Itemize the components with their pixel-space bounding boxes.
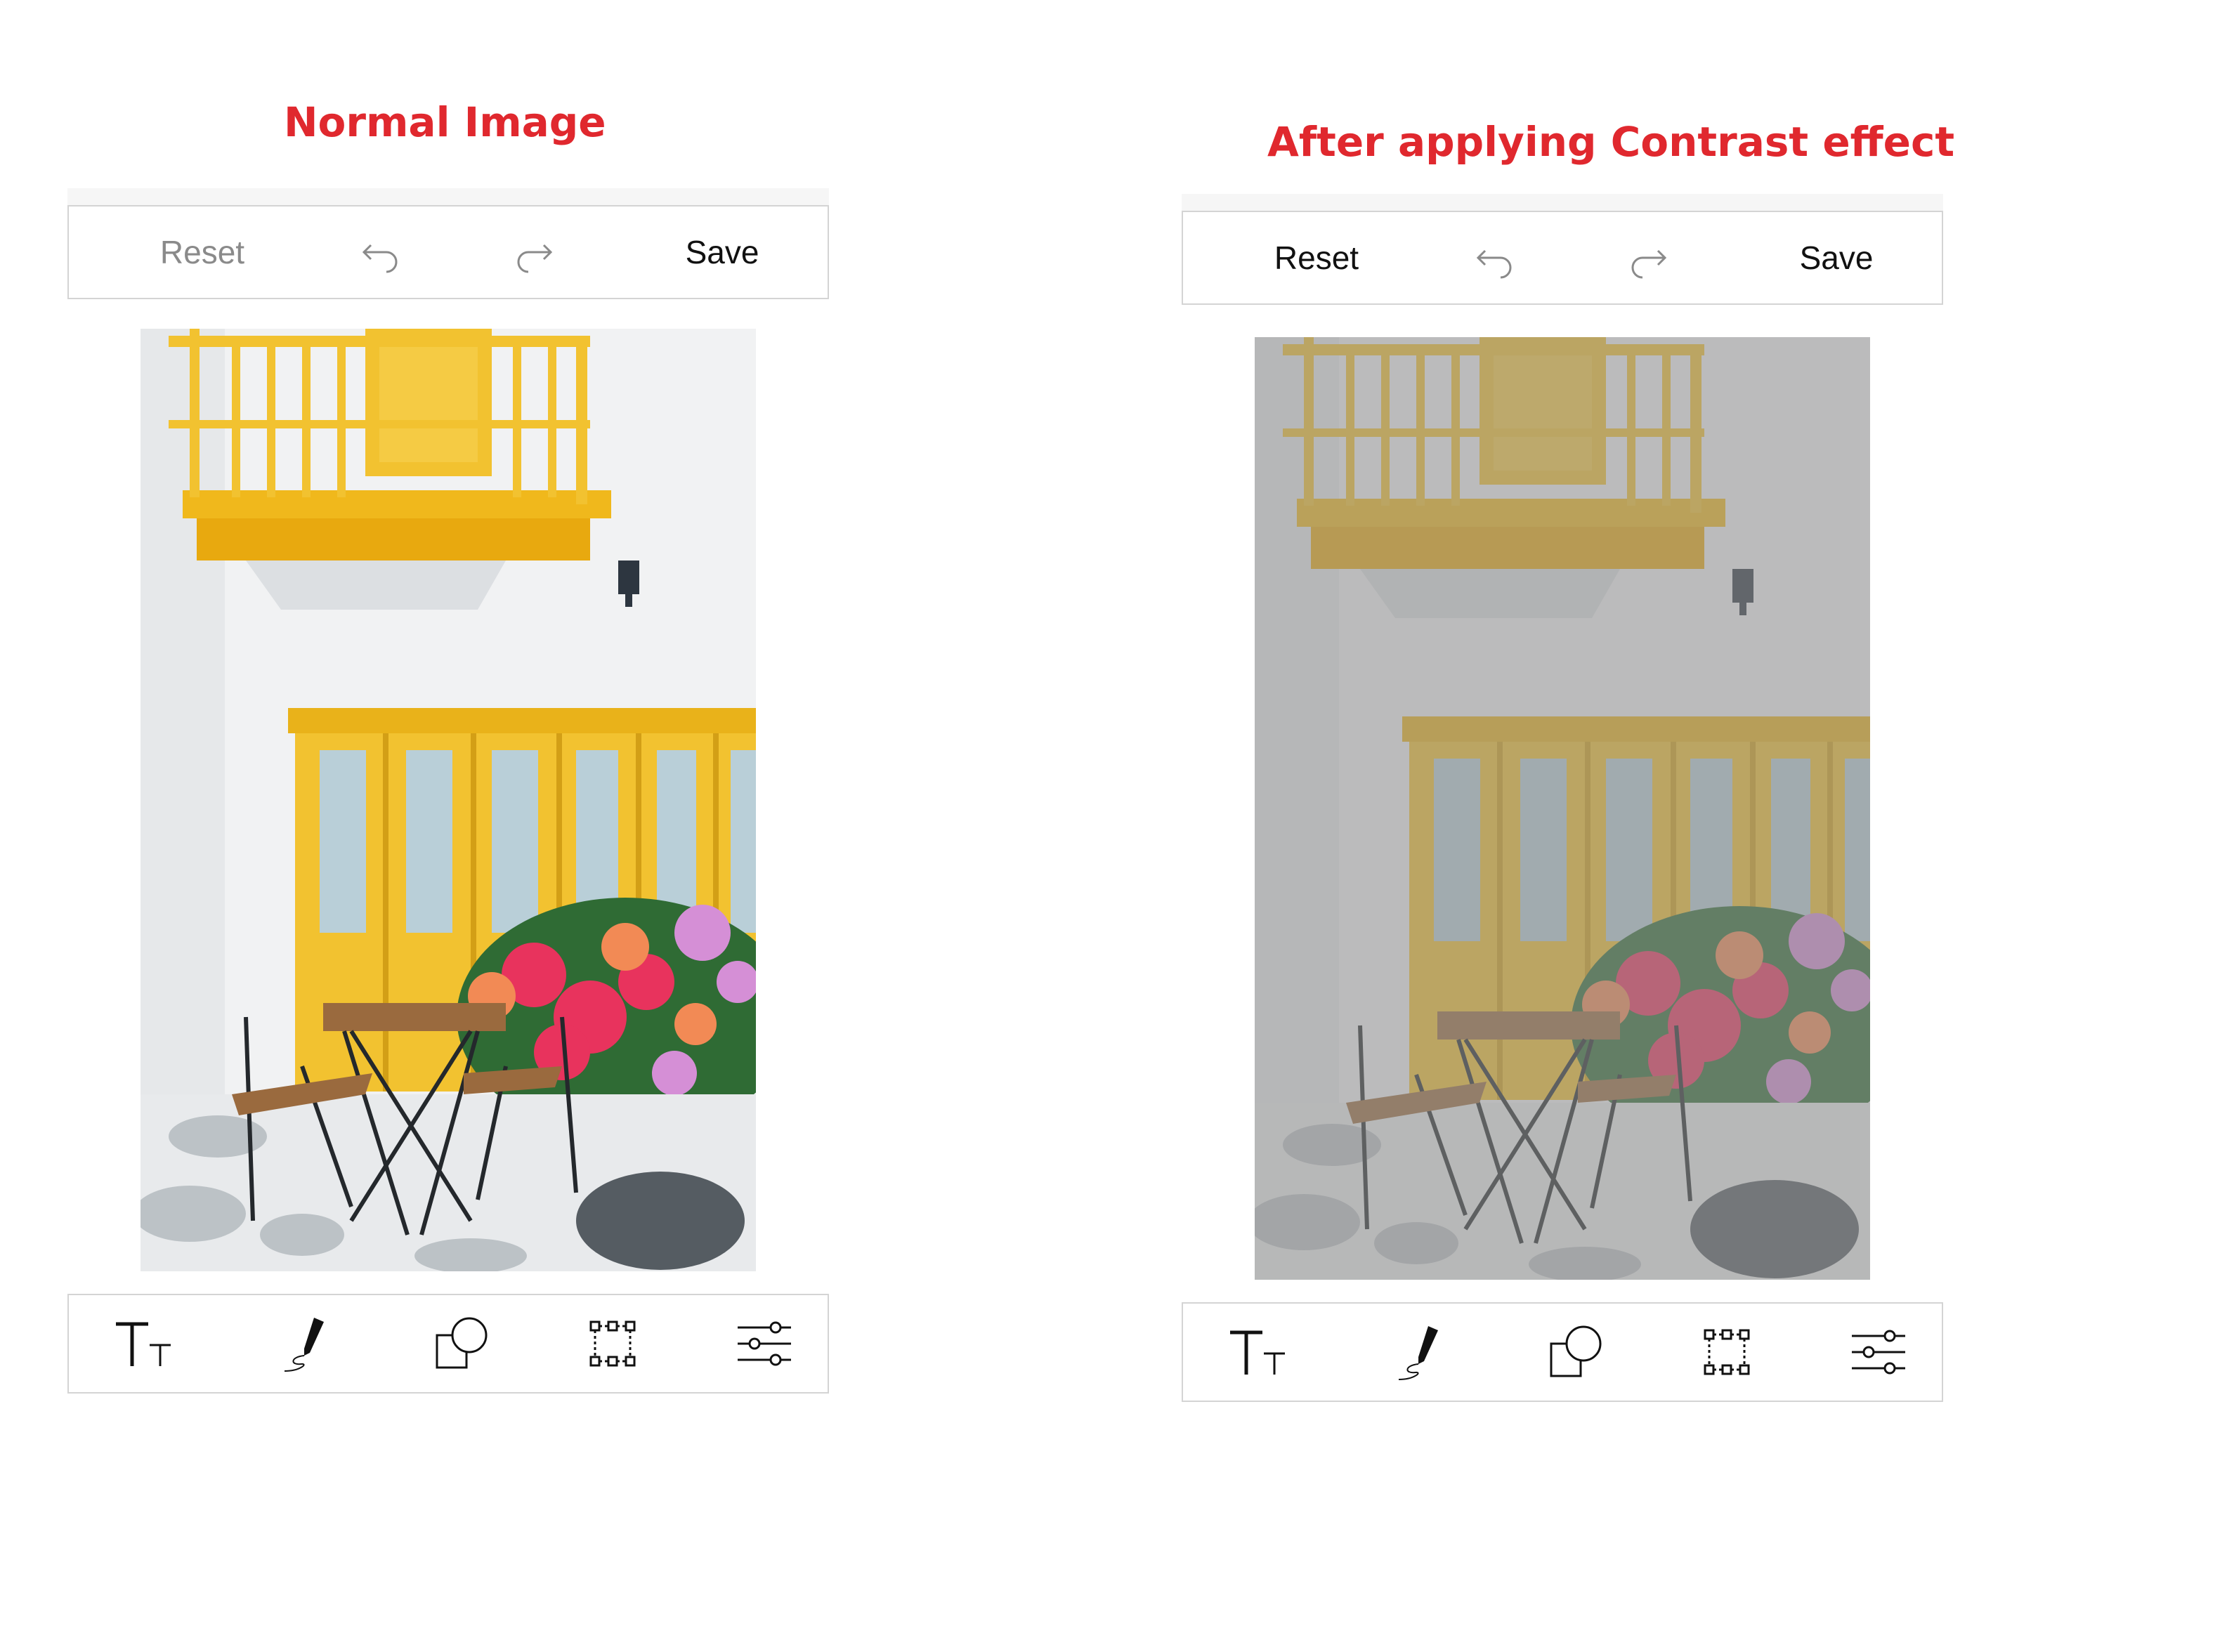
text-icon[interactable] [1215,1304,1300,1401]
reset-button[interactable]: Reset [1239,212,1394,303]
shapes-icon[interactable] [1534,1304,1619,1401]
text-icon[interactable] [101,1295,185,1392]
top-toolbar: Reset Save [67,205,829,299]
photo-canvas-contrast[interactable] [1255,337,1870,1280]
editor-panel-normal: Reset Save [67,188,829,1403]
editor-panel-contrast: Reset Save [1182,194,1943,1409]
crop-transform-icon[interactable] [570,1295,655,1392]
filter-adjust-icon[interactable] [722,1295,806,1392]
redo-icon[interactable] [490,206,575,298]
heading-contrast-effect: After applying Contrast effect [1267,118,1955,166]
top-strip [1182,194,1943,211]
undo-icon[interactable] [340,206,424,298]
heading-normal-image: Normal Image [284,98,606,146]
freehand-draw-icon[interactable] [263,1295,347,1392]
redo-icon[interactable] [1605,212,1689,303]
save-button[interactable]: Save [1759,212,1914,303]
crop-transform-icon[interactable] [1685,1304,1769,1401]
top-strip [67,188,829,205]
photo-image [141,329,756,1271]
bottom-toolbar [67,1294,829,1394]
filter-adjust-icon[interactable] [1836,1304,1921,1401]
reset-button[interactable]: Reset [125,206,280,298]
photo-image [1255,337,1870,1280]
top-toolbar: Reset Save [1182,211,1943,305]
photo-canvas-normal[interactable] [141,329,756,1271]
shapes-icon[interactable] [420,1295,504,1392]
save-button[interactable]: Save [645,206,799,298]
bottom-toolbar [1182,1302,1943,1402]
freehand-draw-icon[interactable] [1377,1304,1461,1401]
undo-icon[interactable] [1454,212,1539,303]
